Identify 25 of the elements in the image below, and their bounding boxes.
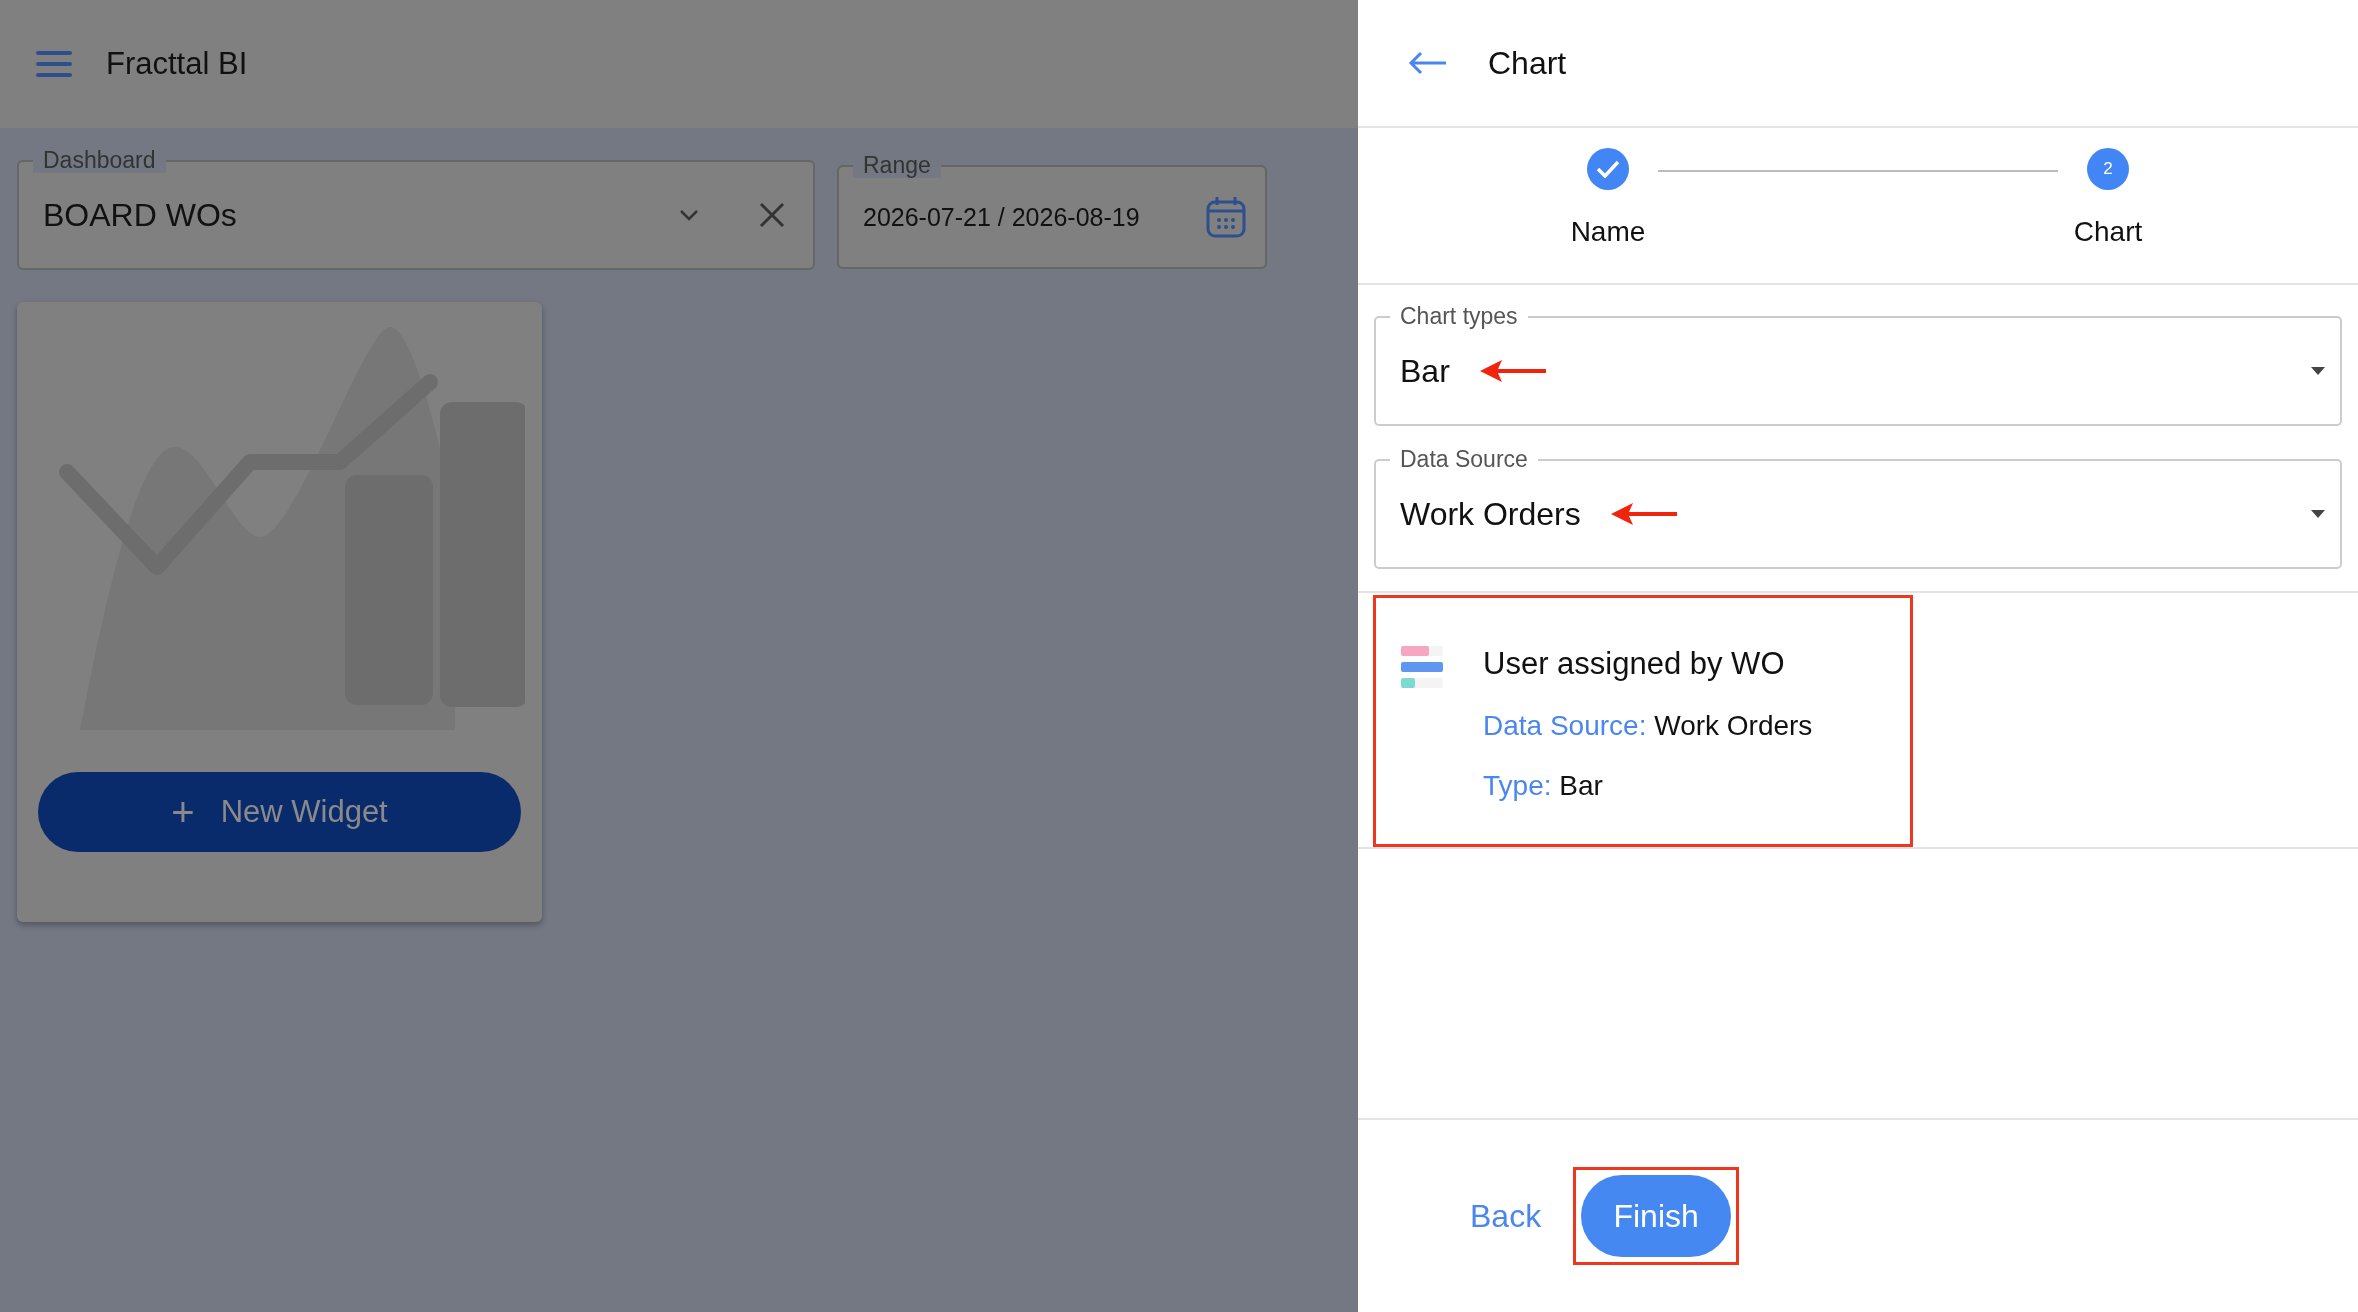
bar-chart-icon bbox=[1401, 646, 1443, 688]
select-field[interactable]: Data Source Work Orders bbox=[1374, 446, 2342, 569]
close-icon[interactable] bbox=[759, 202, 785, 228]
field-label: Chart types bbox=[1390, 303, 1528, 329]
new-widget-button[interactable]: + New Widget bbox=[38, 772, 521, 852]
dropdown-icon[interactable] bbox=[2310, 366, 2326, 376]
field-label: Dashboard bbox=[33, 147, 166, 173]
step-label: Name bbox=[1570, 216, 1646, 248]
select-field[interactable]: Chart types Bar bbox=[1374, 303, 2342, 426]
summary-line: Data Source: Work Orders bbox=[1483, 710, 1813, 742]
summary-line: Type: Bar bbox=[1483, 770, 1604, 802]
back-arrow-icon[interactable] bbox=[1408, 51, 1448, 75]
step-label: Chart bbox=[2073, 216, 2143, 248]
widget-title: User assigned by WO bbox=[1483, 646, 1786, 682]
dropdown-icon[interactable] bbox=[2310, 509, 2326, 519]
back-button[interactable]: Back bbox=[1458, 1187, 1554, 1245]
app-title: Fracttal BI bbox=[106, 46, 248, 82]
step-number: 2 bbox=[2087, 148, 2129, 190]
dashboard-select[interactable]: Dashboard BOARD WOs bbox=[17, 147, 815, 270]
finish-button[interactable]: Finish bbox=[1581, 1175, 1732, 1257]
calendar-icon[interactable] bbox=[1205, 195, 1247, 239]
chevron-down-icon[interactable] bbox=[679, 209, 699, 221]
panel-title: Chart bbox=[1488, 44, 1567, 82]
range-field[interactable]: Range 2026-07-21 / 2026-08-19 bbox=[837, 152, 1267, 269]
menu-icon[interactable] bbox=[36, 50, 72, 78]
